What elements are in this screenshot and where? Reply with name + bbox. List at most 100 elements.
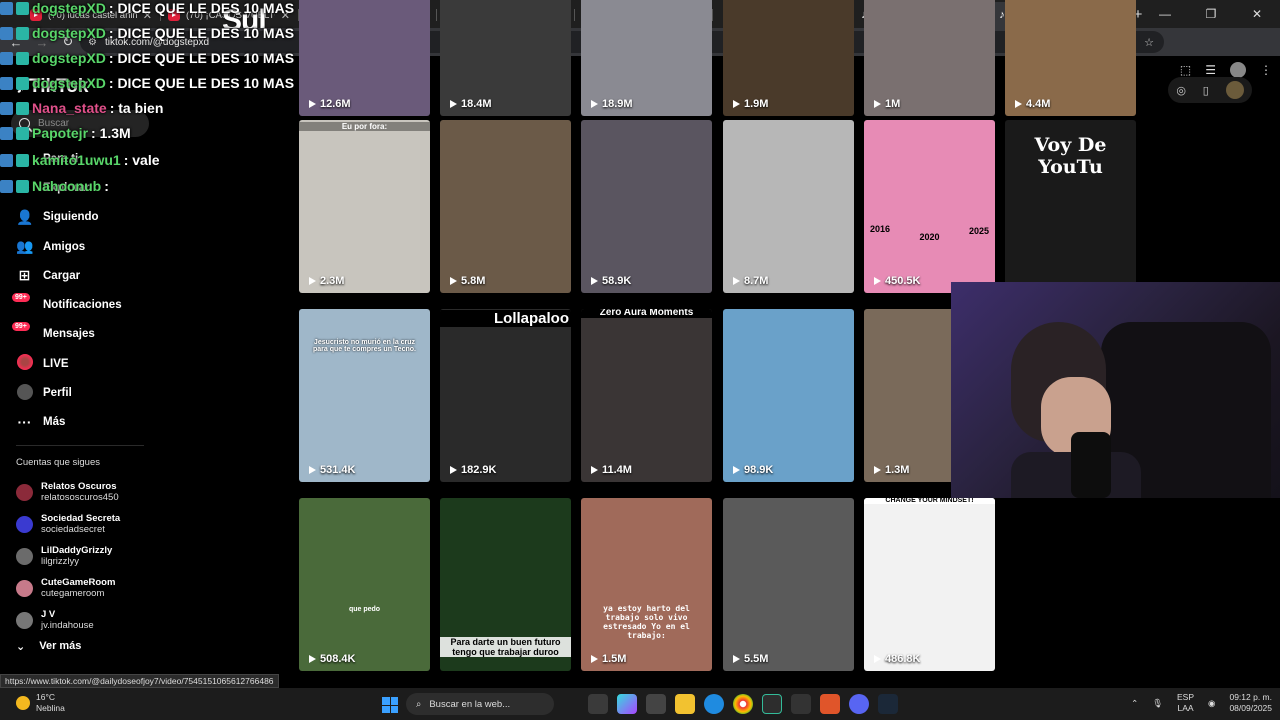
chat-text: : DICE QUE LE DES 10 MAS xyxy=(108,25,295,41)
view-count-text: 18.4M xyxy=(461,98,492,110)
chat-message: kamito1uwu1: vale xyxy=(0,152,160,168)
chrome-icon[interactable] xyxy=(733,694,753,714)
browser-menu-icon[interactable]: ⋮ xyxy=(1260,63,1272,77)
video-card[interactable]: 531.4K Jesucristo no murió en la cruz par… xyxy=(299,309,430,482)
mic-icon[interactable]: 🎙 xyxy=(1152,698,1163,709)
view-count-text: 5.5M xyxy=(744,653,769,665)
copilot-icon[interactable] xyxy=(617,694,637,714)
tray-chevron-icon[interactable]: ⌃ xyxy=(1131,698,1138,709)
video-card[interactable]: 11.4M Zero Aura Moments xyxy=(581,309,712,482)
nav-item-más[interactable]: ··· Más xyxy=(16,408,156,437)
divider xyxy=(16,445,144,446)
nav-label: Siguiendo xyxy=(43,211,99,224)
video-card[interactable]: Para darte un buen futuro tengo que trab… xyxy=(440,498,571,671)
see-more-button[interactable]: ⌄ Ver más xyxy=(16,640,81,653)
top-right-actions: ◎ ▯ xyxy=(1168,77,1252,103)
chat-message: Nahoonub: xyxy=(0,178,109,194)
chat-username: Nahoonub xyxy=(32,178,102,194)
network-icon[interactable]: ◉ xyxy=(1208,698,1215,709)
chat-badge-icon xyxy=(16,76,29,90)
account-name: LilDaddyGrizzly xyxy=(41,545,113,556)
video-card[interactable]: 98.9K xyxy=(723,309,854,482)
video-card[interactable]: 18.9M xyxy=(581,0,712,116)
play-icon xyxy=(874,100,881,108)
view-count-text: 182.9K xyxy=(461,464,497,476)
minimize-icon[interactable]: — xyxy=(1142,0,1188,28)
view-count: 5.8M xyxy=(450,275,485,287)
clock[interactable]: 09:12 p. m. 08/09/2025 xyxy=(1229,692,1272,714)
chat-badge-icon xyxy=(16,51,29,65)
chat-text: : 1.3M xyxy=(91,125,131,141)
chat-text: : DICE QUE LE DES 10 MAS xyxy=(108,50,295,66)
nav-item-amigos[interactable]: 👥 Amigos xyxy=(16,232,156,261)
following-account[interactable]: Sociedad Secreta sociedadsecret xyxy=(16,508,120,540)
video-card[interactable]: 1.5M ya estoy harto del trabajo solo vivo… xyxy=(581,498,712,671)
following-account[interactable]: Relatos Oscuros relatososcuros450 xyxy=(16,476,120,508)
edge-icon[interactable] xyxy=(704,694,724,714)
video-card[interactable]: 182.9K Lollapaloo xyxy=(440,309,571,482)
file-explorer-icon[interactable] xyxy=(675,694,695,714)
maximize-icon[interactable]: ❐ xyxy=(1188,0,1234,28)
messages-icon: 99+ xyxy=(12,322,33,342)
video-card[interactable]: 4.4M xyxy=(1005,0,1136,116)
upload-icon: ⊞ xyxy=(18,267,31,284)
video-card[interactable]: 8.7M xyxy=(723,120,854,293)
clock-date: 08/09/2025 xyxy=(1229,703,1272,713)
video-card[interactable]: 486.8K CHANGE YOUR MINDSET! xyxy=(864,498,995,671)
nav-item-siguiendo[interactable]: 👤 Siguiendo xyxy=(16,203,156,232)
weather-widget[interactable]: 16°C Neblina xyxy=(16,692,65,714)
chat-message: dogstepXD: DICE QUE LE DES 10 MAS xyxy=(0,0,294,16)
close-window-icon[interactable]: ✕ xyxy=(1234,0,1280,28)
extensions-icon[interactable]: ⬚ xyxy=(1180,63,1191,77)
taskbar-search-input[interactable]: ⌕ Buscar en la web... xyxy=(406,693,554,715)
see-more-label: Ver más xyxy=(39,640,82,652)
view-count: 450.5K xyxy=(874,275,920,287)
video-card[interactable]: 508.4K que pedo xyxy=(299,498,430,671)
steam-icon[interactable] xyxy=(878,694,898,714)
discord-icon[interactable] xyxy=(849,694,869,714)
app-icon-dark[interactable] xyxy=(791,694,811,714)
profile-avatar[interactable] xyxy=(1230,62,1246,78)
device-icon[interactable]: ▯ xyxy=(1203,84,1209,97)
account-avatar xyxy=(16,483,33,501)
play-icon xyxy=(733,655,740,663)
nav-item-notificaciones[interactable]: 99+ Notificaciones xyxy=(12,290,156,319)
video-card[interactable]: 5.5M xyxy=(723,498,854,671)
taskbar-app-icon[interactable] xyxy=(588,694,608,714)
play-icon xyxy=(309,100,316,108)
following-account[interactable]: J Vjv.indahouse xyxy=(16,604,120,636)
nav-item-live[interactable]: LIVE xyxy=(16,349,156,378)
nav-item-perfil[interactable]: Perfil xyxy=(16,378,156,407)
video-caption: Eu por fora: xyxy=(299,122,430,131)
task-view-icon[interactable] xyxy=(646,694,666,714)
account-avatar xyxy=(16,611,33,629)
video-card[interactable]: 1M xyxy=(864,0,995,116)
nav-label: Amigos xyxy=(43,240,86,253)
video-card[interactable]: 18.4M xyxy=(440,0,571,116)
view-count-text: 2.3M xyxy=(320,275,345,287)
coins-icon[interactable]: ◎ xyxy=(1176,84,1186,97)
video-card[interactable]: Voy De YouTu xyxy=(1005,120,1136,293)
bookmark-star-icon[interactable]: ☆ xyxy=(1144,36,1154,49)
following-account[interactable]: LilDaddyGrizzly lilgrizzlyy xyxy=(16,540,120,572)
video-card[interactable]: 5.8M xyxy=(440,120,571,293)
play-icon xyxy=(309,277,316,285)
account-username: jv.indahouse xyxy=(41,620,94,631)
language-indicator[interactable]: ESP LAA xyxy=(1177,692,1194,714)
video-card[interactable]: 58.9K xyxy=(581,120,712,293)
reading-list-icon[interactable]: ☰ xyxy=(1205,63,1216,77)
view-count-text: 531.4K xyxy=(320,464,356,476)
view-count-text: 8.7M xyxy=(744,275,769,287)
nav-item-cargar[interactable]: ⊞ Cargar xyxy=(16,261,156,290)
video-card[interactable]: 2.3M Eu por fora: xyxy=(299,120,430,293)
app-icon-green[interactable] xyxy=(762,694,782,714)
user-avatar[interactable] xyxy=(1225,81,1244,99)
video-card[interactable]: 12.6M xyxy=(299,0,430,116)
windows-taskbar: 16°C Neblina ⌕ Buscar en la web... ⌃ 🎙 E… xyxy=(0,688,1280,720)
app-icon-orange[interactable] xyxy=(820,694,840,714)
video-card[interactable]: 450.5K 2016 2020 2025 xyxy=(864,120,995,293)
video-card[interactable]: 1.9M xyxy=(723,0,854,116)
nav-item-mensajes[interactable]: 99+ Mensajes xyxy=(12,320,156,349)
following-account[interactable]: CuteGameRoom cutegameroom xyxy=(16,572,120,604)
start-button[interactable] xyxy=(382,697,398,713)
